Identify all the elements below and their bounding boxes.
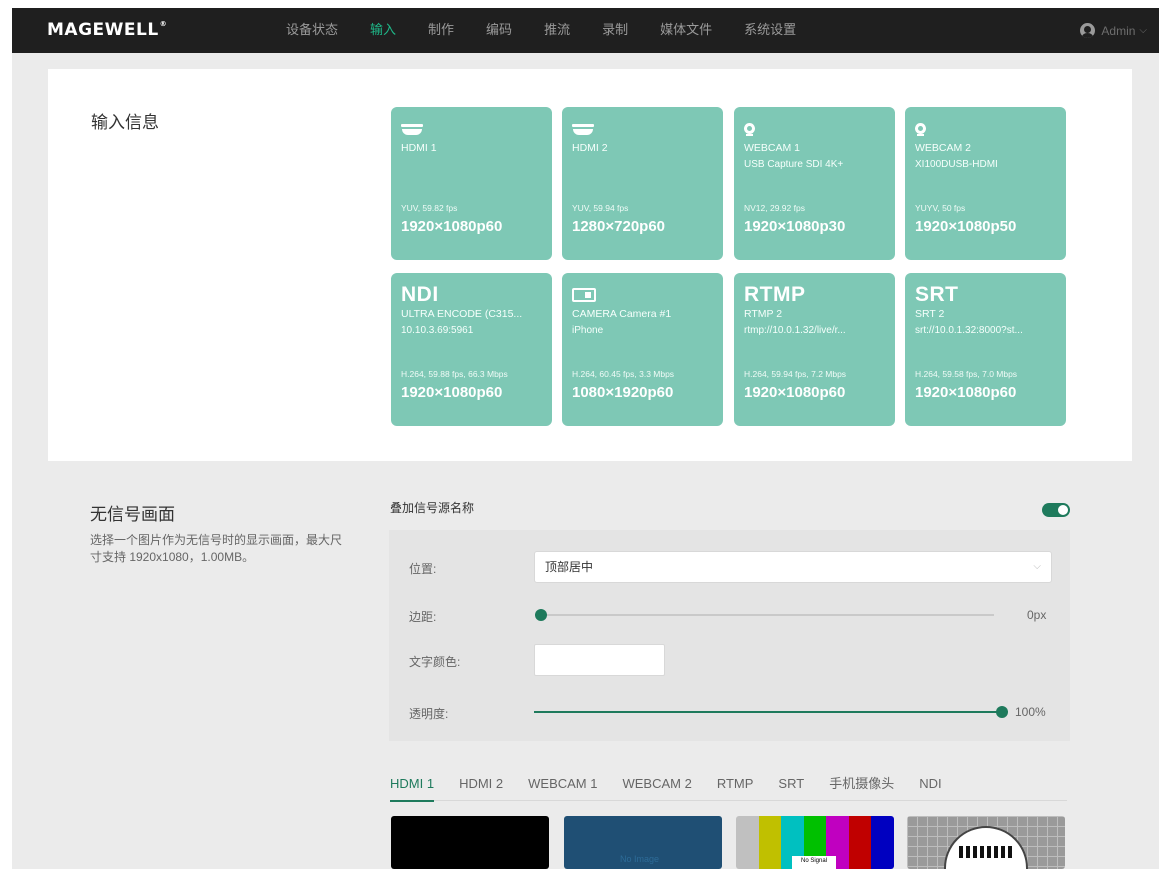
nav-recording[interactable]: 录制 [602,8,628,53]
card-subtitle: XI100DUSB-HDMI [915,159,998,170]
tab-srt[interactable]: SRT [778,771,804,801]
source-tabs: HDMI 1 HDMI 2 WEBCAM 1 WEBCAM 2 RTMP SRT… [390,771,1067,802]
no-image-text: No Image [620,854,660,864]
tab-phone-camera[interactable]: 手机摄像头 [829,771,894,801]
text-color-label: 文字颜色: [409,655,461,669]
overlay-source-name-label: 叠加信号源名称 [390,501,475,515]
card-name: HDMI 1 [401,142,437,154]
input-card-ndi[interactable]: NDI ULTRA ENCODE (C315... 10.10.3.69:596… [391,273,552,426]
input-card-webcam1[interactable]: WEBCAM 1 USB Capture SDI 4K+ NV12, 29.92… [734,107,895,260]
opacity-slider-track[interactable] [534,711,1002,713]
overlay-source-name-toggle[interactable] [1042,503,1070,517]
position-select[interactable]: 顶部居中 ⌵ [534,551,1052,583]
app-frame: MAGEWELL® 设备状态 输入 制作 编码 推流 录制 媒体文件 系统设置 … [12,8,1159,869]
margin-label: 边距: [409,610,437,624]
margin-slider-track[interactable] [540,614,994,616]
nav-media-files[interactable]: 媒体文件 [660,8,712,53]
user-avatar-icon [1080,23,1096,38]
card-format: H.264, 59.94 fps, 7.2 Mbps [744,369,847,379]
card-resolution: 1920×1080p50 [915,218,1017,235]
input-card-webcam2[interactable]: WEBCAM 2 XI100DUSB-HDMI YUYV, 50 fps 192… [905,107,1066,260]
nav-production[interactable]: 制作 [428,8,454,53]
card-format: NV12, 29.92 fps [744,203,805,213]
tab-ndi[interactable]: NDI [919,771,941,801]
card-resolution: 1920×1080p30 [744,218,846,235]
top-nav-bar: MAGEWELL® 设备状态 输入 制作 编码 推流 录制 媒体文件 系统设置 … [12,8,1159,53]
position-label: 位置: [409,562,437,576]
card-resolution: 1280×720p60 [572,218,666,235]
card-resolution: 1920×1080p60 [744,384,846,401]
card-name: SRT 2 [915,308,945,320]
card-format: YUYV, 50 fps [915,203,966,213]
hdmi-icon [401,123,423,135]
user-menu[interactable]: Admin ⌵ [1080,8,1147,53]
opacity-label: 透明度: [409,707,449,721]
nav-streaming[interactable]: 推流 [544,8,570,53]
margin-value: 0px [1027,608,1047,622]
card-name: ULTRA ENCODE (C315... [401,308,523,320]
text-color-picker[interactable] [534,644,665,676]
card-name: HDMI 2 [572,142,608,154]
opacity-slider-knob[interactable] [996,706,1008,718]
position-select-value: 顶部居中 [545,560,594,574]
nav-system-settings[interactable]: 系统设置 [744,8,796,53]
tab-hdmi1[interactable]: HDMI 1 [390,771,435,802]
card-subtitle: 10.10.3.69:5961 [401,325,474,336]
card-subtitle: USB Capture SDI 4K+ [744,159,844,170]
logo-text: MAGEWELL [47,20,159,40]
input-card-rtmp[interactable]: RTMP RTMP 2 rtmp://10.0.1.32/live/r... H… [734,273,895,426]
no-signal-image-blue[interactable]: No Image [564,816,722,869]
nav-input[interactable]: 输入 [370,8,396,53]
card-resolution: 1920×1080p60 [401,384,503,401]
no-signal-image-color-bars[interactable]: No Signal [736,816,894,869]
webcam-icon [915,122,926,136]
card-name: RTMP 2 [744,308,783,320]
input-card-hdmi1[interactable]: HDMI 1 YUV, 59.82 fps 1920×1080p60 [391,107,552,260]
card-format: H.264, 59.58 fps, 7.0 Mbps [915,369,1018,379]
no-signal-image-test-pattern[interactable] [907,816,1065,869]
card-name: WEBCAM 2 [915,142,972,154]
rtmp-icon: RTMP [744,283,806,306]
card-subtitle: srt://10.0.1.32:8000?st... [915,325,1023,336]
user-name: Admin [1101,23,1136,38]
card-resolution: 1080×1920p60 [572,384,674,401]
card-format: YUV, 59.94 fps [572,203,629,213]
webcam-icon [744,122,755,136]
hdmi-icon [572,123,594,135]
card-name: CAMERA Camera #1 [572,308,672,320]
camera-icon [572,288,596,302]
card-format: YUV, 59.82 fps [401,203,458,213]
card-subtitle: rtmp://10.0.1.32/live/r... [744,325,846,336]
opacity-value: 100% [1015,705,1046,719]
srt-icon: SRT [915,283,959,306]
chevron-down-icon: ⌵ [1139,25,1147,36]
input-card-camera[interactable]: CAMERA Camera #1 iPhone H.264, 60.45 fps… [562,273,723,426]
nav-device-status[interactable]: 设备状态 [286,8,338,53]
nav-encoding[interactable]: 编码 [486,8,512,53]
tab-webcam1[interactable]: WEBCAM 1 [528,771,597,801]
margin-slider-knob[interactable] [535,609,547,621]
no-signal-title: 无信号画面 [90,505,175,524]
tab-webcam2[interactable]: WEBCAM 2 [622,771,691,801]
magewell-logo[interactable]: MAGEWELL® [47,20,167,40]
card-format: H.264, 59.88 fps, 66.3 Mbps [401,369,508,379]
input-info-panel: 输入信息 HDMI 1 YUV, 59.82 fps 1920×1080p60 … [48,69,1132,461]
card-resolution: 1920×1080p60 [915,384,1017,401]
chevron-down-icon: ⌵ [1033,561,1041,572]
no-signal-image-black[interactable] [391,816,549,869]
card-resolution: 1920×1080p60 [401,218,503,235]
card-name: WEBCAM 1 [744,142,801,154]
input-card-srt[interactable]: SRT SRT 2 srt://10.0.1.32:8000?st... H.2… [905,273,1066,426]
tab-hdmi2[interactable]: HDMI 2 [459,771,503,801]
logo-mark: ® [159,20,168,28]
input-info-title: 输入信息 [91,113,159,133]
ndi-icon: NDI [401,283,439,306]
card-format: H.264, 60.45 fps, 3.3 Mbps [572,369,675,379]
input-card-hdmi2[interactable]: HDMI 2 YUV, 59.94 fps 1280×720p60 [562,107,723,260]
card-subtitle: iPhone [572,325,604,336]
tab-rtmp[interactable]: RTMP [717,771,754,801]
main-nav: 设备状态 输入 制作 编码 推流 录制 媒体文件 系统设置 [286,8,828,53]
no-signal-label: No Signal [792,856,836,869]
no-signal-description: 选择一个图片作为无信号时的显示画面，最大尺寸支持 1920x1080，1.00M… [90,533,343,564]
